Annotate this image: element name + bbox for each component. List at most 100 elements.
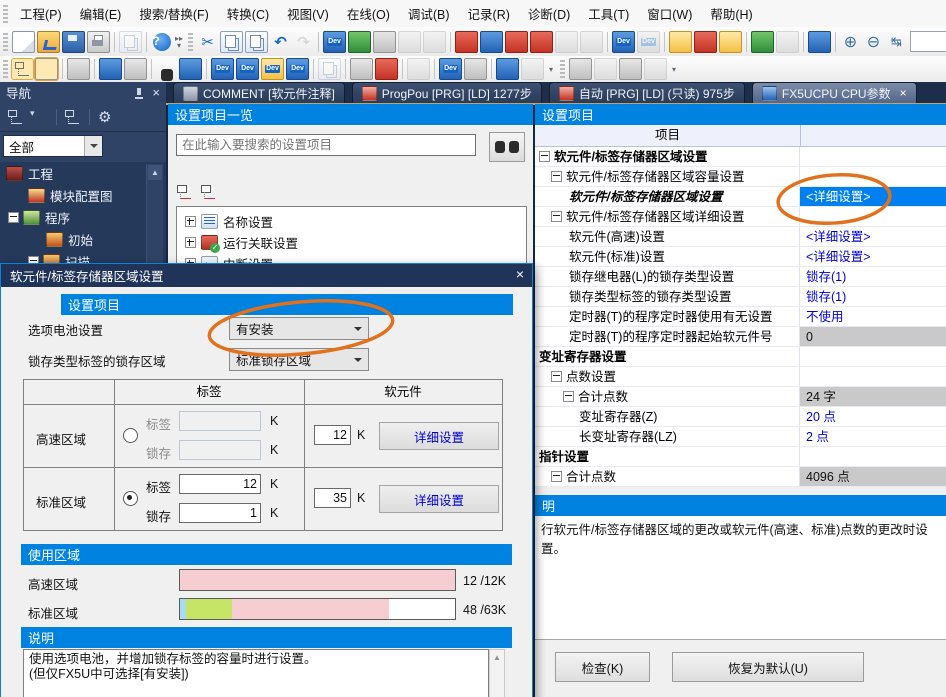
settings-gear-icon[interactable]: [96, 108, 116, 126]
collapse-tree-icon[interactable]: [63, 108, 83, 126]
tab-auto[interactable]: 自动 [PRG] [LD] (只读) 975步: [549, 82, 745, 103]
verify-plc-icon[interactable]: [719, 31, 742, 53]
menu-debug[interactable]: 调试(B): [399, 0, 459, 27]
monitor-mode-icon[interactable]: [808, 31, 831, 53]
table-row[interactable]: 定时器(T)的程序定时器使用有无设置 不使用: [535, 307, 946, 327]
menu-help[interactable]: 帮助(H): [701, 0, 761, 27]
device-grid-icon[interactable]: Dev: [236, 58, 259, 80]
print-icon[interactable]: [87, 31, 110, 53]
table-row[interactable]: 软元件/标签存储器区域设置: [535, 147, 946, 167]
battery-setting-combo[interactable]: 有安装: [229, 317, 369, 340]
table-row[interactable]: 软元件/标签存储器区域容量设置: [535, 167, 946, 187]
menu-project[interactable]: 工程(P): [11, 0, 71, 27]
tree-filter-icon[interactable]: [6, 108, 26, 126]
standard-tag-input[interactable]: [179, 474, 261, 494]
high-speed-radio[interactable]: [123, 428, 138, 443]
search-tool-icon[interactable]: [464, 58, 487, 80]
toolbar2c-overflow-chevron[interactable]: ▾: [668, 58, 680, 80]
table-row[interactable]: 变址寄存器设置: [535, 347, 946, 367]
table-row[interactable]: 锁存类型标签的锁存类型设置 锁存(1): [535, 287, 946, 307]
high-device-input[interactable]: [314, 425, 351, 445]
find-next-icon[interactable]: [580, 31, 603, 53]
menu-edit[interactable]: 编辑(E): [71, 0, 131, 27]
tree-item-module-config[interactable]: 模块配置图: [0, 184, 166, 206]
paste-icon[interactable]: [245, 31, 268, 53]
scroll-up-icon[interactable]: ▲: [490, 650, 504, 665]
collapse-icon[interactable]: [539, 151, 550, 162]
cross-ref-blue-icon[interactable]: [480, 31, 503, 53]
intelligent-monitor-icon[interactable]: [594, 58, 617, 80]
navigation-window-icon[interactable]: [12, 59, 33, 79]
collapse-expander-icon[interactable]: [8, 212, 19, 223]
open-project-icon[interactable]: [37, 31, 60, 53]
device-entry-icon[interactable]: Dev: [211, 58, 234, 80]
restore-default-button[interactable]: 恢复为默认(U): [672, 652, 864, 682]
collapse-icon[interactable]: [551, 471, 562, 482]
table-row[interactable]: 软元件(标准)设置 <详细设置>: [535, 247, 946, 267]
fit-width-icon[interactable]: [886, 32, 907, 52]
standard-detail-setting-button[interactable]: 详细设置: [379, 485, 499, 513]
device-comment2-icon[interactable]: Dev: [637, 31, 660, 53]
table-row[interactable]: 锁存继电器(L)的锁存类型设置 锁存(1): [535, 267, 946, 287]
watch-window-icon[interactable]: [569, 58, 592, 80]
redo-icon[interactable]: [293, 32, 314, 52]
device-test2-icon[interactable]: [423, 31, 446, 53]
dock-anchor-icon[interactable]: [521, 58, 544, 80]
module-config-icon[interactable]: [67, 58, 90, 80]
table-row[interactable]: 指针设置: [535, 447, 946, 467]
device-display-icon[interactable]: Dev: [439, 58, 462, 80]
menu-find-replace[interactable]: 搜索/替换(F): [130, 0, 217, 27]
device-monitor-icon[interactable]: [348, 31, 371, 53]
tab-comment[interactable]: COMMENT [软元件注释]: [173, 82, 345, 103]
device-comment-icon[interactable]: Dev: [612, 31, 635, 53]
tree-item-operation-setting[interactable]: 运行关联设置: [177, 232, 526, 253]
write-to-plc-icon[interactable]: [669, 31, 692, 53]
device-tree-icon[interactable]: Dev: [286, 58, 309, 80]
monitor-start-icon[interactable]: [751, 31, 774, 53]
collapse-icon[interactable]: [551, 211, 562, 222]
collapse-icon[interactable]: [563, 391, 574, 402]
collapse-icon[interactable]: [551, 171, 562, 182]
tree-item-program[interactable]: 程序: [0, 206, 166, 228]
table-row[interactable]: 变址寄存器(Z) 20 点: [535, 407, 946, 427]
hand-tool-icon[interactable]: [407, 58, 430, 80]
menu-tool[interactable]: 工具(T): [579, 0, 638, 27]
monitor-stop-icon[interactable]: [776, 31, 799, 53]
navigation-close-icon[interactable]: ×: [152, 85, 160, 100]
zoom-in-icon[interactable]: [840, 32, 861, 52]
setting-search-input[interactable]: [176, 134, 476, 156]
collapse-icon[interactable]: [551, 371, 562, 382]
table-row-selected[interactable]: 软元件/标签存储器区域设置 <详细设置>: [535, 187, 946, 207]
device-batch-icon[interactable]: [373, 31, 396, 53]
standard-device-input[interactable]: [314, 488, 351, 508]
device-search2-icon[interactable]: [530, 31, 553, 53]
menu-grip[interactable]: [3, 5, 8, 23]
expand-all-icon[interactable]: [200, 184, 218, 200]
tree-item-project[interactable]: 工程: [0, 162, 166, 184]
device-test-icon[interactable]: [398, 31, 421, 53]
find-icon[interactable]: [156, 59, 177, 79]
pin-icon[interactable]: [134, 87, 144, 99]
memory-dump-icon[interactable]: [644, 58, 667, 80]
program-list-icon[interactable]: [99, 58, 122, 80]
zoom-out-icon[interactable]: [863, 32, 884, 52]
table-row[interactable]: 点数设置: [535, 367, 946, 387]
find-result-icon[interactable]: [179, 58, 202, 80]
help-icon[interactable]: [153, 33, 171, 51]
standard-latch-input[interactable]: [179, 503, 261, 523]
standard-radio[interactable]: [123, 491, 138, 506]
menu-online[interactable]: 在线(O): [338, 0, 399, 27]
nav-filter-combo[interactable]: 全部: [3, 135, 103, 157]
expand-plus-icon[interactable]: [185, 237, 196, 248]
stamp-icon[interactable]: [119, 31, 142, 53]
label-list-icon[interactable]: [619, 58, 642, 80]
save-project-icon[interactable]: [62, 31, 85, 53]
copy-icon[interactable]: [220, 31, 243, 53]
nav-filter-dropdown[interactable]: [84, 136, 102, 156]
window-find-icon[interactable]: [496, 58, 519, 80]
watch-list-icon[interactable]: [124, 58, 147, 80]
dialog-title-bar[interactable]: 软元件/标签存储器区域设置 ×: [1, 264, 532, 287]
toolbar2b-grip[interactable]: [560, 60, 565, 78]
menu-convert[interactable]: 转换(C): [218, 0, 278, 27]
note-scrollbar[interactable]: ▲: [489, 649, 505, 697]
